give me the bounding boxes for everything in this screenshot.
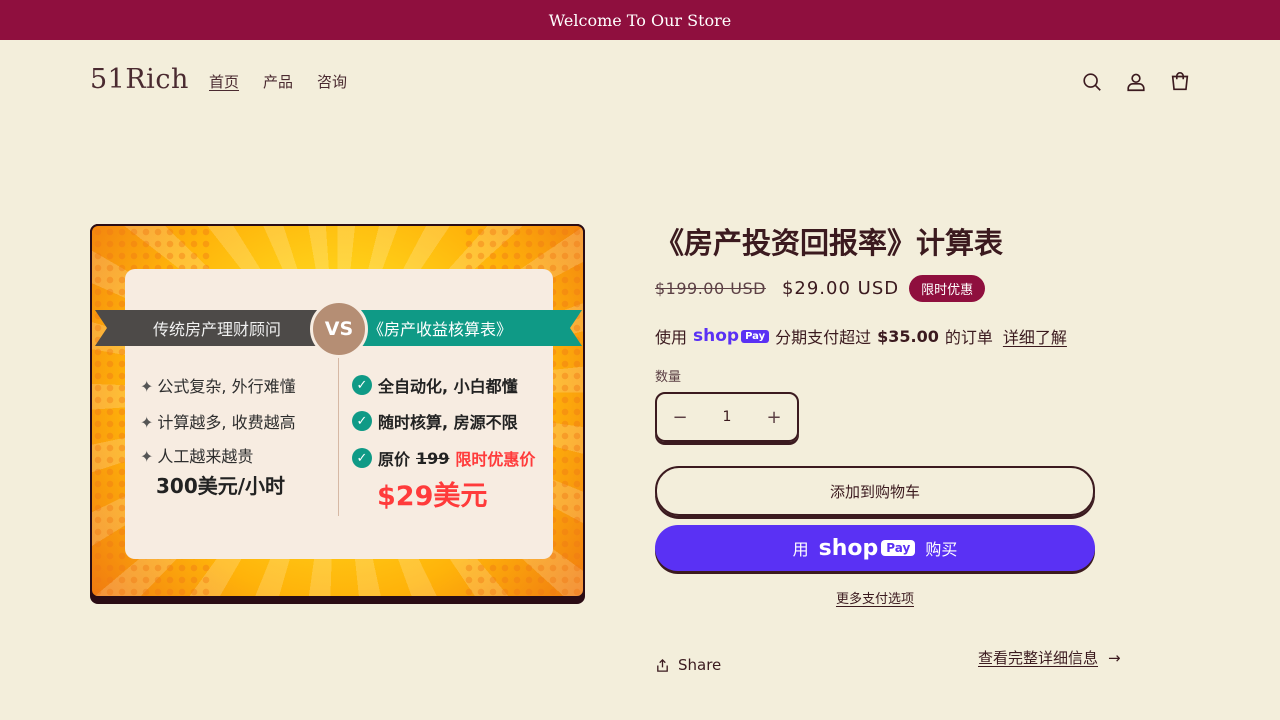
shoppay-buy-button[interactable]: 用 shop Pay 购买: [655, 525, 1095, 571]
announcement-text: Welcome To Our Store: [548, 10, 732, 30]
sale-price: $29.00 USD: [781, 278, 900, 299]
quantity-label: 数量: [655, 370, 682, 385]
check-icon: ✓: [352, 375, 372, 395]
nav-item-consult[interactable]: 咨询: [317, 71, 347, 92]
shoppay-pay: Pay: [881, 540, 916, 556]
right-item-text: 全自动化, 小白都懂: [378, 377, 518, 396]
shoppay-pay: Pay: [741, 329, 770, 343]
install-prefix: 使用: [655, 328, 688, 347]
left-header-text: 传统房产理财顾问: [153, 320, 282, 339]
product-image-frame: 传统房产理财顾问 《房产收益核算表》 VS ✦ 公式复杂, 外行难懂 ✦ 计算越多,…: [90, 224, 585, 598]
product-title: 《房产投资回报率》计算表: [655, 226, 1004, 260]
shoppay-suffix: 购买: [925, 540, 958, 559]
left-item-text: 人工越来越贵: [157, 447, 254, 466]
sparkle-icon: ✦: [140, 377, 154, 396]
search-icon[interactable]: [1076, 66, 1108, 98]
right-header-text: 《房产收益核算表》: [368, 320, 513, 339]
learn-more-link[interactable]: 详细了解: [1003, 324, 1067, 348]
add-to-cart-button[interactable]: 添加到购物车: [655, 466, 1095, 516]
share-button[interactable]: Share: [655, 656, 721, 674]
promo-label: 限时优惠价: [455, 450, 536, 469]
install-suffix: 的订单: [944, 328, 993, 347]
cart-icon[interactable]: [1164, 66, 1196, 98]
quantity-decrease-button[interactable]: −: [657, 394, 703, 440]
orig-price-label: 原价: [378, 450, 411, 469]
nav-item-products[interactable]: 产品: [263, 71, 293, 92]
right-header-band: 《房产收益核算表》: [336, 310, 582, 346]
sale-badge: 限时优惠: [909, 275, 986, 302]
shoppay-logo-icon: shop Pay: [693, 326, 770, 346]
sparkle-icon: ✦: [140, 413, 154, 432]
arrow-right-icon: →: [1108, 648, 1121, 667]
store-logo[interactable]: 51Rich: [90, 64, 189, 95]
installments-message: 使用 shop Pay 分期支付超过 $35.00 的订单 详细了解: [655, 324, 1067, 348]
left-price-text: 300美元/小时: [156, 474, 286, 498]
nav-item-home[interactable]: 首页: [209, 71, 239, 92]
vs-badge: VS: [310, 300, 368, 358]
shoppay-logo-icon: shop Pay: [819, 536, 916, 561]
check-icon: ✓: [352, 411, 372, 431]
left-item-text: 计算越多, 收费越高: [157, 413, 296, 432]
account-icon[interactable]: [1120, 66, 1152, 98]
right-item: ✓ 随时核算, 房源不限: [352, 409, 518, 433]
quantity-input[interactable]: 1: [723, 409, 732, 425]
main-nav: 首页 产品 咨询: [209, 71, 347, 92]
shoppay-brand: shop: [693, 326, 740, 346]
view-full-details-link[interactable]: 查看完整详细信息 →: [978, 647, 1121, 668]
right-item: ✓ 原价 199 限时优惠价: [352, 446, 535, 470]
product-image[interactable]: 传统房产理财顾问 《房产收益核算表》 VS ✦ 公式复杂, 外行难懂 ✦ 计算越多,…: [90, 224, 585, 604]
sparkle-icon: ✦: [140, 447, 154, 466]
left-item: ✦ 人工越来越贵: [140, 443, 253, 467]
left-item: ✦ 公式复杂, 外行难懂: [140, 373, 296, 397]
check-icon: ✓: [352, 448, 372, 468]
shoppay-brand: shop: [818, 535, 879, 561]
right-item: ✓ 全自动化, 小白都懂: [352, 373, 518, 397]
quantity-stepper: − 1 +: [655, 392, 799, 442]
install-amount: $35.00: [877, 326, 939, 346]
left-item-text: 公式复杂, 外行难懂: [157, 377, 296, 396]
more-payment-options-link[interactable]: 更多支付选项: [655, 588, 1095, 607]
price-row: $199.00 USD $29.00 USD 限时优惠: [655, 275, 986, 302]
orig-price-value: 199: [416, 448, 450, 468]
install-text: 分期支付超过: [775, 328, 872, 347]
regular-price: $199.00 USD: [655, 279, 766, 298]
share-label: Share: [678, 656, 722, 674]
promo-price-text: $29美元: [377, 481, 488, 512]
quantity-increase-button[interactable]: +: [751, 394, 797, 440]
shoppay-prefix: 用: [792, 540, 809, 559]
announcement-bar: Welcome To Our Store: [0, 0, 1280, 40]
left-header-band: 传统房产理财顾问: [95, 310, 335, 346]
share-icon: [657, 658, 668, 672]
right-item-text: 随时核算, 房源不限: [378, 413, 518, 432]
left-item: ✦ 计算越多, 收费越高: [140, 409, 296, 433]
view-details-text: 查看完整详细信息: [978, 649, 1099, 667]
